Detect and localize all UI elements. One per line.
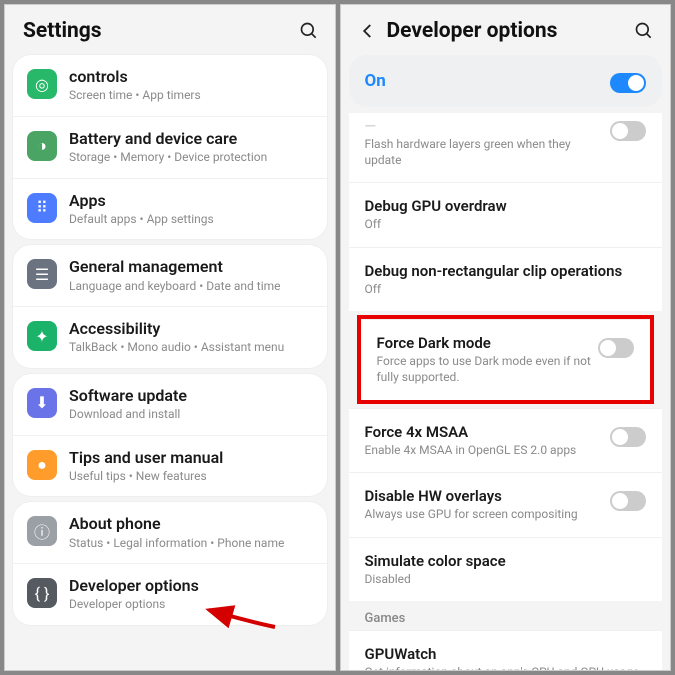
item-subtitle: Default apps • App settings (69, 212, 313, 228)
option-title: Force 4x MSAA (365, 423, 611, 441)
option-row[interactable]: —Flash hardware layers green when they u… (349, 113, 663, 182)
controls-icon: ◎ (27, 69, 57, 99)
settings-item-accessibility[interactable]: ✦ Accessibility TalkBack • Mono audio • As… (13, 306, 327, 368)
option-row[interactable]: Debug GPU overdraw Off (349, 182, 663, 247)
item-title: Apps (69, 191, 313, 210)
option-title: Simulate color space (365, 552, 647, 570)
settings-item-apps[interactable]: ⠿ Apps Default apps • App settings (13, 178, 327, 240)
battery-icon: ◑ (27, 131, 57, 161)
option-row[interactable]: GPUWatch Get information about an app's C… (349, 630, 663, 671)
item-subtitle: Useful tips • New features (69, 469, 313, 485)
item-title: Software update (69, 386, 313, 405)
master-toggle-label: On (365, 71, 611, 91)
settings-card: ◎ controls Screen time • App timers ◑ Batter… (13, 55, 327, 239)
settings-item-battery[interactable]: ◑ Battery and device care Storage • Memory… (13, 116, 327, 178)
search-icon[interactable] (634, 21, 654, 41)
settings-item-controls[interactable]: ◎ controls Screen time • App timers (13, 55, 327, 116)
option-subtitle: Force apps to use Dark mode even if not … (377, 354, 599, 385)
settings-item-tips[interactable]: ● Tips and user manual Useful tips • New f… (13, 435, 327, 497)
tips-icon: ● (27, 450, 57, 480)
master-toggle[interactable] (610, 73, 646, 93)
item-subtitle: Language and keyboard • Date and time (69, 279, 313, 295)
settings-card: ⓘ About phone Status • Legal information •… (13, 502, 327, 625)
section-heading-games: Games (349, 601, 663, 630)
option-row[interactable]: Force Dark mode Force apps to use Dark mo… (361, 319, 651, 399)
option-subtitle: Disabled (365, 572, 647, 588)
settings-card: ☰ General management Language and keyboard… (13, 245, 327, 368)
settings-item-update[interactable]: ⬇ Software update Download and install (13, 374, 327, 435)
option-subtitle: Flash hardware layers green when they up… (365, 137, 611, 168)
developer-options-screen: Developer options On —Flash hardware lay… (340, 4, 672, 671)
settings-screen: Settings ◎ controls Screen time • App time… (4, 4, 336, 671)
highlight-box: Force Dark mode Force apps to use Dark mo… (357, 315, 655, 403)
option-row[interactable]: Disable HW overlays Always use GPU for sc… (349, 472, 663, 537)
page-title: Developer options (387, 19, 635, 43)
option-subtitle: Off (365, 217, 647, 233)
option-title: Debug non-rectangular clip operations (365, 262, 647, 280)
item-subtitle: Developer options (69, 597, 313, 613)
item-title: Tips and user manual (69, 448, 313, 467)
item-title: About phone (69, 514, 313, 533)
item-subtitle: Storage • Memory • Device protection (69, 150, 313, 166)
item-subtitle: Download and install (69, 407, 313, 423)
settings-item-about[interactable]: ⓘ About phone Status • Legal information •… (13, 502, 327, 563)
settings-item-developer[interactable]: { } Developer options Developer options (13, 563, 327, 625)
item-title: Developer options (69, 576, 313, 595)
toggle-switch[interactable] (610, 491, 646, 511)
item-title: controls (69, 67, 313, 86)
developer-icon: { } (27, 578, 57, 608)
option-row[interactable]: Debug non-rectangular clip operations Off (349, 247, 663, 312)
item-title: Battery and device care (69, 129, 313, 148)
apps-icon: ⠿ (27, 193, 57, 223)
option-subtitle: Always use GPU for screen compositing (365, 507, 611, 523)
dev-header: Developer options (341, 5, 671, 49)
page-title: Settings (23, 19, 299, 43)
settings-item-general[interactable]: ☰ General management Language and keyboard… (13, 245, 327, 306)
option-title: GPUWatch (365, 645, 647, 663)
master-toggle-row[interactable]: On (349, 55, 663, 107)
item-subtitle: Screen time • App timers (69, 88, 313, 104)
item-subtitle: Status • Legal information • Phone name (69, 536, 313, 552)
option-title: Disable HW overlays (365, 487, 611, 505)
item-subtitle: TalkBack • Mono audio • Assistant menu (69, 340, 313, 356)
item-title: General management (69, 257, 313, 276)
update-icon: ⬇ (27, 388, 57, 418)
option-row[interactable]: Simulate color space Disabled (349, 537, 663, 602)
option-title: Debug GPU overdraw (365, 197, 647, 215)
settings-card: ⬇ Software update Download and install ● Tip… (13, 374, 327, 497)
settings-header: Settings (5, 5, 335, 49)
item-title: Accessibility (69, 319, 313, 338)
toggle-switch[interactable] (598, 338, 634, 358)
about-icon: ⓘ (27, 516, 57, 546)
accessibility-icon: ✦ (27, 321, 57, 351)
option-subtitle: Get information about an app's CPU and G… (365, 665, 647, 671)
toggle-switch[interactable] (610, 121, 646, 141)
search-icon[interactable] (299, 21, 319, 41)
option-title: Force Dark mode (377, 334, 599, 352)
option-row[interactable]: Force 4x MSAA Enable 4x MSAA in OpenGL ES… (349, 408, 663, 473)
back-icon[interactable] (359, 22, 377, 40)
general-icon: ☰ (27, 259, 57, 289)
toggle-switch[interactable] (610, 427, 646, 447)
option-subtitle: Off (365, 282, 647, 298)
option-subtitle: Enable 4x MSAA in OpenGL ES 2.0 apps (365, 443, 611, 459)
